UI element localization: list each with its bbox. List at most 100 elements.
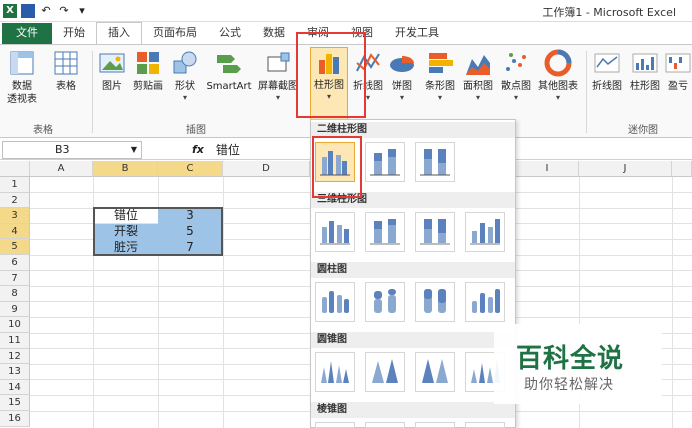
watermark: 百科全说 助你轻松解决 bbox=[494, 324, 662, 404]
group-label-sparklines: 迷你图 bbox=[628, 125, 658, 136]
clustered-cone-option[interactable] bbox=[315, 352, 355, 392]
smartart-button[interactable]: SmartArt bbox=[206, 49, 252, 93]
clipart-button[interactable]: 剪贴画 bbox=[130, 49, 166, 93]
tab-home[interactable]: 开始 bbox=[52, 23, 96, 44]
window-title: 工作簿1 - Microsoft Excel bbox=[542, 6, 676, 19]
tab-data[interactable]: 数据 bbox=[252, 23, 296, 44]
pie-chart-button[interactable]: 饼图 ▾ bbox=[388, 49, 416, 102]
clustered-cylinder-option[interactable] bbox=[315, 282, 355, 322]
sparkline-winloss-button[interactable]: 盈亏 bbox=[664, 49, 692, 93]
row-header[interactable]: 6 bbox=[0, 255, 30, 271]
chevron-down-icon: ▾ bbox=[182, 93, 187, 102]
clustered-pyramid-option[interactable] bbox=[315, 422, 355, 428]
save-icon[interactable] bbox=[21, 3, 35, 18]
name-box[interactable]: B3 ▼ bbox=[2, 140, 142, 159]
area-chart-icon bbox=[464, 49, 492, 77]
column-header[interactable]: I bbox=[516, 161, 579, 177]
chevron-down-icon: ▾ bbox=[475, 93, 480, 102]
row-header[interactable]: 8 bbox=[0, 286, 30, 302]
scatter-chart-button[interactable]: 散点图 ▾ bbox=[498, 49, 534, 102]
tab-page-layout[interactable]: 页面布局 bbox=[142, 23, 208, 44]
row-header[interactable]: 4 bbox=[0, 223, 30, 240]
3d-column-option[interactable] bbox=[465, 212, 505, 252]
chevron-down-icon: ▼ bbox=[130, 144, 137, 154]
stacked-cone-option[interactable] bbox=[365, 352, 405, 392]
column-header[interactable] bbox=[672, 161, 692, 177]
3d-clustered-column-option[interactable] bbox=[315, 212, 355, 252]
column-header[interactable]: B bbox=[93, 161, 158, 177]
area-chart-button[interactable]: 面积图 ▾ bbox=[460, 49, 496, 102]
other-charts-icon bbox=[544, 49, 572, 77]
clipart-icon bbox=[134, 49, 162, 77]
column-chart-highlight bbox=[296, 32, 366, 118]
row-header[interactable]: 2 bbox=[0, 192, 30, 209]
tab-insert[interactable]: 插入 bbox=[96, 22, 142, 44]
other-charts-button[interactable]: 其他图表 ▾ bbox=[536, 49, 580, 102]
select-all-corner[interactable] bbox=[0, 161, 30, 177]
grid-line bbox=[672, 177, 673, 428]
column-header[interactable]: A bbox=[30, 161, 93, 177]
section-cylinder: 圆柱图 bbox=[311, 262, 515, 278]
title-bar: X ↶ ↷ ▾ 工作簿1 - Microsoft Excel bbox=[0, 0, 692, 22]
row-header[interactable]: 9 bbox=[0, 301, 30, 318]
undo-icon[interactable]: ↶ bbox=[39, 4, 53, 18]
stacked-column-option[interactable] bbox=[365, 142, 405, 182]
formula-input[interactable]: 错位 bbox=[216, 141, 240, 158]
function-icon[interactable]: fx bbox=[192, 143, 204, 156]
row-header[interactable]: 15 bbox=[0, 395, 30, 411]
group-separator bbox=[92, 51, 93, 133]
chevron-down-icon: ▾ bbox=[513, 93, 518, 102]
clustered-column-highlight bbox=[312, 136, 362, 198]
chevron-down-icon: ▾ bbox=[437, 93, 442, 102]
column-header[interactable]: C bbox=[158, 161, 223, 177]
percent-stacked-cylinder-option[interactable] bbox=[415, 282, 455, 322]
row-header[interactable]: 10 bbox=[0, 317, 30, 333]
redo-icon[interactable]: ↷ bbox=[57, 4, 71, 18]
picture-icon bbox=[98, 49, 126, 77]
sparkline-column-button[interactable]: 柱形图 bbox=[628, 49, 662, 93]
percent-stacked-column-option[interactable] bbox=[415, 142, 455, 182]
row-header[interactable]: 16 bbox=[0, 411, 30, 427]
grid-line bbox=[223, 177, 224, 428]
column-header[interactable]: J bbox=[579, 161, 672, 177]
watermark-subtitle: 助你轻松解决 bbox=[524, 377, 614, 393]
group-label-tables: 表格 bbox=[33, 125, 53, 136]
pivot-table-button[interactable]: 数据 透视表 bbox=[4, 49, 40, 106]
row-header[interactable]: 12 bbox=[0, 348, 30, 365]
row-header[interactable]: 3 bbox=[0, 208, 30, 224]
3d-stacked-column-option[interactable] bbox=[365, 212, 405, 252]
chevron-down-icon: ▾ bbox=[399, 93, 404, 102]
tab-formulas[interactable]: 公式 bbox=[208, 23, 252, 44]
tab-developer[interactable]: 开发工具 bbox=[384, 23, 450, 44]
tab-file[interactable]: 文件 bbox=[2, 23, 52, 44]
smartart-icon bbox=[215, 49, 243, 77]
bar-chart-button[interactable]: 条形图 ▾ bbox=[420, 49, 460, 102]
row-header[interactable]: 5 bbox=[0, 239, 30, 255]
shapes-button[interactable]: 形状 ▾ bbox=[170, 49, 200, 102]
column-header[interactable]: D bbox=[223, 161, 310, 177]
watermark-title: 百科全说 bbox=[516, 344, 625, 374]
row-header[interactable]: 1 bbox=[0, 177, 30, 193]
sparkline-line-button[interactable]: 折线图 bbox=[590, 49, 624, 93]
stacked-pyramid-option[interactable] bbox=[365, 422, 405, 428]
chevron-down-icon: ▾ bbox=[555, 93, 560, 102]
3d-percent-stacked-column-option[interactable] bbox=[415, 212, 455, 252]
screenshot-button[interactable]: 屏幕截图 ▾ bbox=[256, 49, 300, 102]
sparkline-column-icon bbox=[631, 49, 659, 77]
percent-stacked-pyramid-option[interactable] bbox=[415, 422, 455, 428]
quick-access-toolbar: X ↶ ↷ ▾ bbox=[0, 3, 89, 18]
row-header[interactable]: 14 bbox=[0, 379, 30, 396]
sparkline-line-icon bbox=[593, 49, 621, 77]
3d-pyramid-option[interactable] bbox=[465, 422, 505, 428]
chevron-down-icon: ▾ bbox=[275, 93, 280, 102]
row-header[interactable]: 13 bbox=[0, 364, 30, 380]
3d-cylinder-option[interactable] bbox=[465, 282, 505, 322]
stacked-cylinder-option[interactable] bbox=[365, 282, 405, 322]
customize-qat-icon[interactable]: ▾ bbox=[75, 4, 89, 18]
percent-stacked-cone-option[interactable] bbox=[415, 352, 455, 392]
pivot-table-icon bbox=[8, 49, 36, 77]
row-header[interactable]: 7 bbox=[0, 270, 30, 287]
picture-button[interactable]: 图片 bbox=[96, 49, 128, 93]
table-button[interactable]: 表格 bbox=[48, 49, 84, 93]
row-header[interactable]: 11 bbox=[0, 333, 30, 349]
